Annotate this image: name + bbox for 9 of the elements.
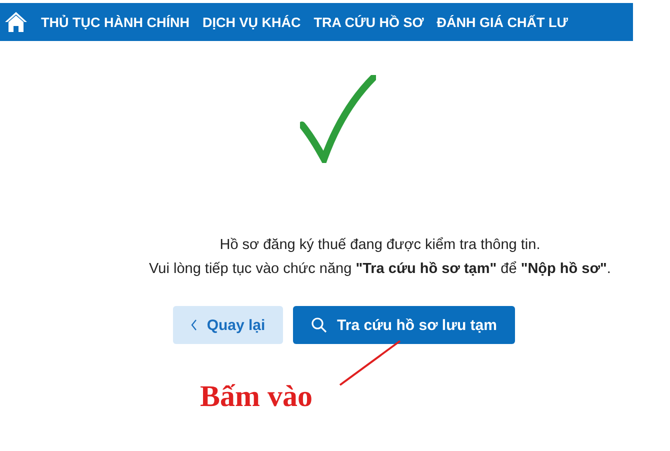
message-text: Hồ sơ đăng ký thuế đang được kiểm tra thông tin. bbox=[218, 236, 542, 255]
nav-item[interactable]: DỊCH VỤ KHÁC bbox=[202, 14, 301, 30]
nav-item[interactable]: THỦ TỤC HÀNH CHÍNH bbox=[41, 14, 190, 30]
search-draft-button[interactable]: Tra cứu hồ sơ lưu tạm bbox=[293, 306, 515, 344]
annotation-text: Bấm vào bbox=[200, 380, 312, 413]
back-button[interactable]: Quay lại bbox=[173, 306, 283, 344]
nav-item[interactable]: ĐÁNH GIÁ CHẤT LƯ bbox=[436, 14, 568, 30]
message-text: Vui lòng tiếp tục vào chức năng "Tra cứu hồ sơ tạm" để "Nộp hồ sơ". bbox=[148, 260, 612, 279]
nav-item[interactable]: TRA CỨU HỒ SƠ bbox=[314, 14, 424, 30]
